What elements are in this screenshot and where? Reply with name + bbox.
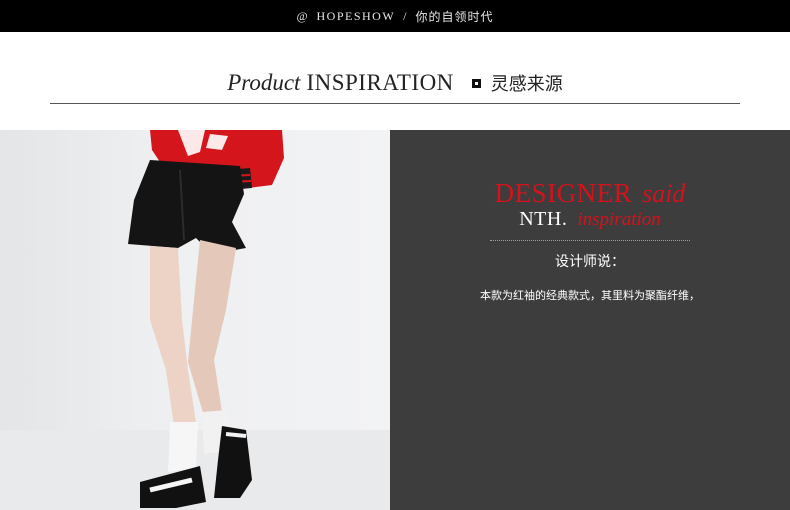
title-product: Product — [227, 70, 301, 95]
designer-description: 本款为红袖的经典款式，其里料为聚酯纤维， — [480, 289, 700, 302]
designer-panel: DESIGNER said NTH. inspiration 设计师说： 本款为… — [390, 130, 790, 510]
at-sign: @ — [296, 8, 309, 23]
brand-tagline: 你的自领时代 — [415, 9, 494, 24]
model-illustration — [0, 130, 390, 510]
nth-inspiration: NTH. inspiration — [390, 208, 790, 231]
nth-word: NTH. — [519, 208, 568, 230]
heading-divider — [50, 103, 740, 104]
brand-name[interactable]: HOPESHOW — [317, 9, 396, 24]
designer-word: DESIGNER — [494, 178, 633, 208]
designer-said-title: DESIGNER said — [390, 178, 790, 209]
section-heading: Product INSPIRATION 灵感来源 — [0, 32, 790, 130]
square-bullet-icon — [471, 79, 481, 88]
section-title: Product INSPIRATION 灵感来源 — [0, 70, 790, 96]
brand-separator: / — [403, 8, 408, 23]
said-word: said — [642, 179, 686, 208]
title-chinese: 灵感来源 — [490, 74, 563, 95]
inspiration-word: inspiration — [577, 209, 661, 230]
brand-bar: @ HOPESHOW / 你的自领时代 — [0, 0, 790, 32]
dotted-divider — [490, 240, 690, 241]
title-inspiration: INSPIRATION — [306, 70, 454, 95]
product-photo — [0, 130, 390, 510]
designer-says-label: 设计师说： — [555, 254, 625, 270]
